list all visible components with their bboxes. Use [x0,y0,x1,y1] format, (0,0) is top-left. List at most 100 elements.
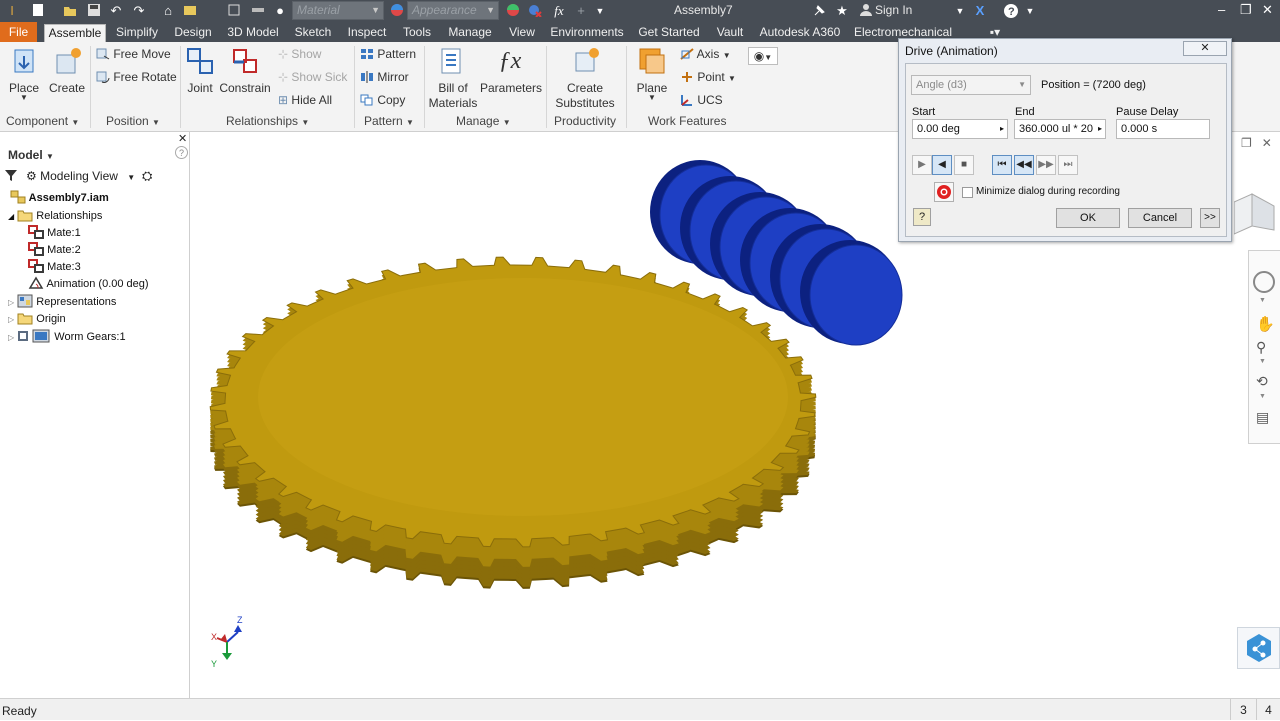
pin-icon[interactable] [812,3,828,19]
free-move-button[interactable]: Free Move [96,47,171,61]
pause-delay-input[interactable]: 0.000 s [1116,119,1210,139]
modeling-view-dropdown[interactable]: ⚙ Modeling View ▼ [26,169,135,183]
tab-file[interactable]: File [0,22,37,42]
cancel-button[interactable]: Cancel [1128,208,1192,228]
exchange-icon[interactable]: X [972,3,988,19]
plus-icon[interactable]: + [573,3,589,19]
tab-assemble[interactable]: Assemble [44,24,106,42]
return-icon[interactable] [182,3,198,19]
create-substitutes-button[interactable]: Create Substitutes [552,46,618,111]
pan-hand-icon[interactable]: ✋ [1256,315,1275,333]
joint-button[interactable]: Joint [184,46,216,95]
tree-item-representations[interactable]: ▷ Representations [8,294,116,308]
end-arrow-icon[interactable]: ▸ [1097,120,1102,138]
tab-manage[interactable]: Manage [442,24,498,42]
forward-button[interactable]: ▶ [912,155,932,175]
panel-position[interactable]: Position ▼ [106,114,160,128]
sign-in-chevron-icon[interactable]: ▼ [952,3,968,19]
tab-3d-model[interactable]: 3D Model [222,24,284,42]
start-arrow-icon[interactable]: ▸ [1000,120,1004,138]
appearance-sphere-icon[interactable] [389,3,405,19]
tree-item-worm-gears[interactable]: ▷ Worm Gears:1 [8,329,126,343]
panel-pattern[interactable]: Pattern ▼ [364,114,414,128]
free-rotate-button[interactable]: Free Rotate [96,70,177,84]
ribbon-extra-dropdown[interactable]: ◉▼ [748,47,778,65]
tab-environments[interactable]: Environments [546,24,628,42]
help-icon[interactable]: ? [1003,3,1019,19]
end-input[interactable]: 360.000 ul * 20 ▸ [1014,119,1106,139]
measure-icon[interactable] [250,3,266,19]
axis-button[interactable]: Axis ▼ [680,47,731,61]
tree-item-origin[interactable]: ▷ Origin [8,311,66,325]
maximum-button[interactable]: ⏭ [1058,155,1078,175]
ucs-button[interactable]: UCS [680,93,723,107]
tab-inspect[interactable]: Inspect [342,24,392,42]
look-at-icon[interactable]: ▤ [1256,409,1269,426]
appearance-dropdown[interactable]: Appearance ▼ [407,1,499,20]
clear-appearance-icon[interactable] [527,3,543,19]
reverse-step-button[interactable]: ◀◀ [1014,155,1034,175]
panel-manage[interactable]: Manage ▼ [456,114,511,128]
dialog-help-button[interactable]: ? [913,208,931,226]
sign-in-link[interactable]: Sign In [875,3,912,17]
tree-item-relationships[interactable]: ◢ Relationships [8,208,102,222]
mirror-button[interactable]: Mirror [360,70,409,84]
update-icon[interactable]: ● [272,3,288,19]
worm-gear[interactable] [209,256,817,589]
tab-sketch[interactable]: Sketch [290,24,336,42]
tab-autodesk-a360[interactable]: Autodesk A360 [756,24,844,42]
inventor-logo-icon[interactable]: I [4,3,20,19]
new-file-icon[interactable] [30,3,46,19]
plane-button[interactable]: Plane ▼ [632,46,672,102]
pause-button[interactable]: ■ [954,155,974,175]
star-icon[interactable]: ★ [834,3,850,19]
tree-item-mate-3[interactable]: Mate:3 [28,259,81,273]
expand-button[interactable]: >> [1200,208,1220,228]
steering-wheel-icon[interactable] [1253,271,1275,293]
create-button[interactable]: Create [48,46,86,95]
filter-icon[interactable] [4,169,18,185]
tab-design[interactable]: Design [168,24,218,42]
chevron-down-icon[interactable]: ▼ [1259,358,1266,365]
point-button[interactable]: Point ▼ [680,70,736,84]
orbit-icon[interactable]: ⟲ [1256,373,1268,390]
record-button[interactable] [934,182,954,202]
show-button[interactable]: ⊹ Show [278,47,321,61]
ok-button[interactable]: OK [1056,208,1120,228]
dialog-close-button[interactable]: ✕ [1183,41,1227,56]
reverse-button[interactable]: ◀ [932,155,952,175]
show-sick-button[interactable]: ⊹ Show Sick [278,70,347,84]
browser-header[interactable]: Model ▼ [8,148,54,162]
tree-item-animation[interactable]: Animation (0.00 deg) [28,276,149,290]
tab-tools[interactable]: Tools [398,24,436,42]
tab-get-started[interactable]: Get Started [634,24,704,42]
undo-icon[interactable]: ↶ [108,3,124,19]
save-icon[interactable] [86,3,102,19]
panel-relationships[interactable]: Relationships ▼ [226,114,309,128]
parameters-button[interactable]: ƒx Parameters [480,46,542,95]
viewcube[interactable] [1233,174,1280,238]
chevron-down-icon[interactable]: ▼ [1259,393,1266,400]
fx-icon[interactable]: fx [551,3,567,19]
find-icon[interactable]: ⛭ [142,168,152,184]
pattern-button[interactable]: Pattern [360,47,416,61]
tree-item-mate-2[interactable]: Mate:2 [28,242,81,256]
browser-close-icon[interactable]: ✕ [178,132,187,145]
redo-icon[interactable]: ↷ [131,3,147,19]
browser-help-icon[interactable]: ? [175,146,188,159]
open-file-icon[interactable] [62,3,78,19]
panel-component[interactable]: Component ▼ [6,114,79,128]
user-icon[interactable] [858,3,874,19]
close-icon[interactable]: ✕ [1262,2,1273,18]
material-dropdown[interactable]: Material ▼ [292,1,384,20]
tab-view[interactable]: View [504,24,540,42]
minimize-icon[interactable]: – [1218,2,1225,17]
minimum-button[interactable]: ⏮ [992,155,1012,175]
constrain-button[interactable]: Constrain [218,46,272,95]
zoom-icon[interactable]: ⚲ [1256,339,1266,356]
start-input[interactable]: 0.00 deg ▸ [912,119,1008,139]
share-view-button[interactable] [1237,627,1280,669]
select-icon[interactable] [226,3,242,19]
restore-icon[interactable]: ❐ [1240,2,1252,18]
tab-simplify[interactable]: Simplify [110,24,164,42]
